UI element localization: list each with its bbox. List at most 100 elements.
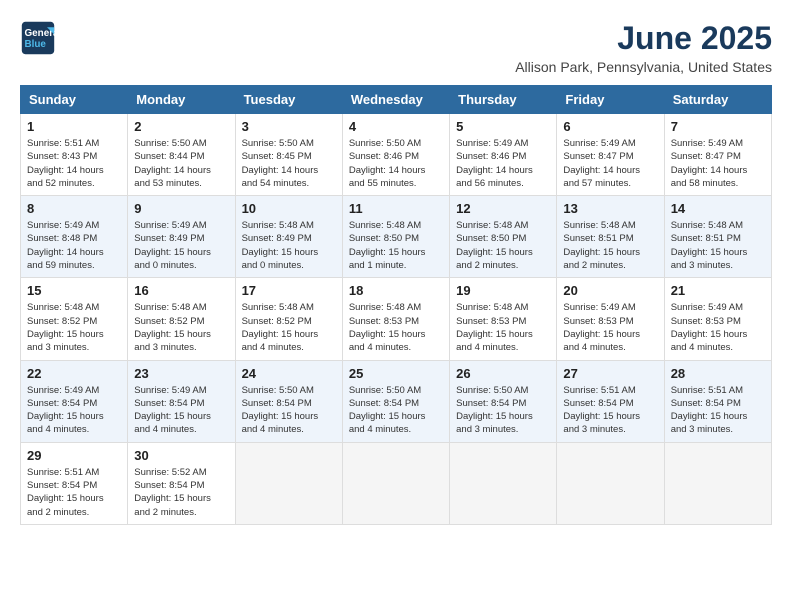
day-number: 23 [134,366,228,381]
weekday-header-sunday: Sunday [21,86,128,114]
calendar-cell: 3 Sunrise: 5:50 AMSunset: 8:45 PMDaylight… [235,114,342,196]
day-number: 28 [671,366,765,381]
calendar-cell: 5 Sunrise: 5:49 AMSunset: 8:46 PMDaylight… [450,114,557,196]
day-number: 6 [563,119,657,134]
cell-content: Sunrise: 5:49 AMSunset: 8:49 PMDaylight:… [134,219,228,272]
weekday-header-friday: Friday [557,86,664,114]
day-number: 10 [242,201,336,216]
cell-content: Sunrise: 5:51 AMSunset: 8:54 PMDaylight:… [671,384,765,437]
calendar-cell: 10Sunrise: 5:48 AMSunset: 8:49 PMDayligh… [235,196,342,278]
cell-content: Sunrise: 5:48 AMSunset: 8:52 PMDaylight:… [27,301,121,354]
calendar-cell: 4 Sunrise: 5:50 AMSunset: 8:46 PMDaylight… [342,114,449,196]
calendar-cell [235,442,342,524]
cell-content: Sunrise: 5:50 AMSunset: 8:54 PMDaylight:… [456,384,550,437]
cell-content: Sunrise: 5:49 AMSunset: 8:47 PMDaylight:… [671,137,765,190]
location-subtitle: Allison Park, Pennsylvania, United State… [515,59,772,75]
day-number: 18 [349,283,443,298]
calendar-cell: 25 Sunrise: 5:50 AMSunset: 8:54 PMDayligh… [342,360,449,442]
month-year-title: June 2025 [515,20,772,57]
calendar-week-row: 1 Sunrise: 5:51 AMSunset: 8:43 PMDaylight… [21,114,772,196]
cell-content: Sunrise: 5:49 AMSunset: 8:53 PMDaylight:… [671,301,765,354]
day-number: 30 [134,448,228,463]
cell-content: Sunrise: 5:50 AMSunset: 8:46 PMDaylight:… [349,137,443,190]
day-number: 12 [456,201,550,216]
calendar-cell: 23 Sunrise: 5:49 AMSunset: 8:54 PMDayligh… [128,360,235,442]
svg-text:Blue: Blue [25,39,47,50]
day-number: 16 [134,283,228,298]
calendar-cell: 6 Sunrise: 5:49 AMSunset: 8:47 PMDaylight… [557,114,664,196]
cell-content: Sunrise: 5:48 AMSunset: 8:51 PMDaylight:… [671,219,765,272]
calendar-week-row: 8 Sunrise: 5:49 AMSunset: 8:48 PMDaylight… [21,196,772,278]
calendar-cell: 30 Sunrise: 5:52 AMSunset: 8:54 PMDayligh… [128,442,235,524]
cell-content: Sunrise: 5:51 AMSunset: 8:54 PMDaylight:… [27,466,121,519]
day-number: 4 [349,119,443,134]
calendar-cell [557,442,664,524]
calendar-table: SundayMondayTuesdayWednesdayThursdayFrid… [20,85,772,525]
day-number: 29 [27,448,121,463]
day-number: 19 [456,283,550,298]
day-number: 13 [563,201,657,216]
day-number: 20 [563,283,657,298]
page-header: General Blue June 2025 Allison Park, Pen… [20,20,772,75]
cell-content: Sunrise: 5:50 AMSunset: 8:45 PMDaylight:… [242,137,336,190]
cell-content: Sunrise: 5:50 AMSunset: 8:54 PMDaylight:… [242,384,336,437]
calendar-cell: 12 Sunrise: 5:48 AMSunset: 8:50 PMDayligh… [450,196,557,278]
day-number: 9 [134,201,228,216]
weekday-header-row: SundayMondayTuesdayWednesdayThursdayFrid… [21,86,772,114]
calendar-cell: 11 Sunrise: 5:48 AMSunset: 8:50 PMDayligh… [342,196,449,278]
cell-content: Sunrise: 5:51 AMSunset: 8:43 PMDaylight:… [27,137,121,190]
calendar-cell: 15 Sunrise: 5:48 AMSunset: 8:52 PMDayligh… [21,278,128,360]
cell-content: Sunrise: 5:51 AMSunset: 8:54 PMDaylight:… [563,384,657,437]
weekday-header-saturday: Saturday [664,86,771,114]
day-number: 5 [456,119,550,134]
day-number: 1 [27,119,121,134]
cell-content: Sunrise: 5:48 AMSunset: 8:52 PMDaylight:… [134,301,228,354]
day-number: 17 [242,283,336,298]
calendar-cell: 8 Sunrise: 5:49 AMSunset: 8:48 PMDaylight… [21,196,128,278]
cell-content: Sunrise: 5:48 AMSunset: 8:50 PMDaylight:… [349,219,443,272]
calendar-cell: 20Sunrise: 5:49 AMSunset: 8:53 PMDayligh… [557,278,664,360]
calendar-cell: 2 Sunrise: 5:50 AMSunset: 8:44 PMDaylight… [128,114,235,196]
calendar-cell: 17Sunrise: 5:48 AMSunset: 8:52 PMDayligh… [235,278,342,360]
calendar-cell: 7 Sunrise: 5:49 AMSunset: 8:47 PMDaylight… [664,114,771,196]
cell-content: Sunrise: 5:49 AMSunset: 8:47 PMDaylight:… [563,137,657,190]
logo: General Blue [20,20,56,56]
weekday-header-wednesday: Wednesday [342,86,449,114]
calendar-cell: 13 Sunrise: 5:48 AMSunset: 8:51 PMDayligh… [557,196,664,278]
cell-content: Sunrise: 5:50 AMSunset: 8:44 PMDaylight:… [134,137,228,190]
day-number: 15 [27,283,121,298]
cell-content: Sunrise: 5:48 AMSunset: 8:53 PMDaylight:… [456,301,550,354]
day-number: 21 [671,283,765,298]
cell-content: Sunrise: 5:49 AMSunset: 8:54 PMDaylight:… [134,384,228,437]
weekday-header-monday: Monday [128,86,235,114]
calendar-cell: 28 Sunrise: 5:51 AMSunset: 8:54 PMDayligh… [664,360,771,442]
calendar-cell: 27Sunrise: 5:51 AMSunset: 8:54 PMDayligh… [557,360,664,442]
weekday-header-thursday: Thursday [450,86,557,114]
cell-content: Sunrise: 5:48 AMSunset: 8:50 PMDaylight:… [456,219,550,272]
calendar-cell: 21 Sunrise: 5:49 AMSunset: 8:53 PMDayligh… [664,278,771,360]
day-number: 14 [671,201,765,216]
calendar-week-row: 22Sunrise: 5:49 AMSunset: 8:54 PMDayligh… [21,360,772,442]
cell-content: Sunrise: 5:49 AMSunset: 8:46 PMDaylight:… [456,137,550,190]
day-number: 2 [134,119,228,134]
calendar-cell: 14 Sunrise: 5:48 AMSunset: 8:51 PMDayligh… [664,196,771,278]
day-number: 3 [242,119,336,134]
calendar-cell: 24 Sunrise: 5:50 AMSunset: 8:54 PMDayligh… [235,360,342,442]
calendar-cell: 29 Sunrise: 5:51 AMSunset: 8:54 PMDayligh… [21,442,128,524]
logo-icon: General Blue [20,20,56,56]
cell-content: Sunrise: 5:48 AMSunset: 8:51 PMDaylight:… [563,219,657,272]
day-number: 25 [349,366,443,381]
day-number: 24 [242,366,336,381]
weekday-header-tuesday: Tuesday [235,86,342,114]
day-number: 7 [671,119,765,134]
calendar-cell: 18Sunrise: 5:48 AMSunset: 8:53 PMDayligh… [342,278,449,360]
cell-content: Sunrise: 5:49 AMSunset: 8:48 PMDaylight:… [27,219,121,272]
day-number: 8 [27,201,121,216]
calendar-cell: 9 Sunrise: 5:49 AMSunset: 8:49 PMDaylight… [128,196,235,278]
calendar-cell: 19 Sunrise: 5:48 AMSunset: 8:53 PMDayligh… [450,278,557,360]
cell-content: Sunrise: 5:50 AMSunset: 8:54 PMDaylight:… [349,384,443,437]
calendar-cell [664,442,771,524]
cell-content: Sunrise: 5:52 AMSunset: 8:54 PMDaylight:… [134,466,228,519]
day-number: 11 [349,201,443,216]
title-block: June 2025 Allison Park, Pennsylvania, Un… [515,20,772,75]
